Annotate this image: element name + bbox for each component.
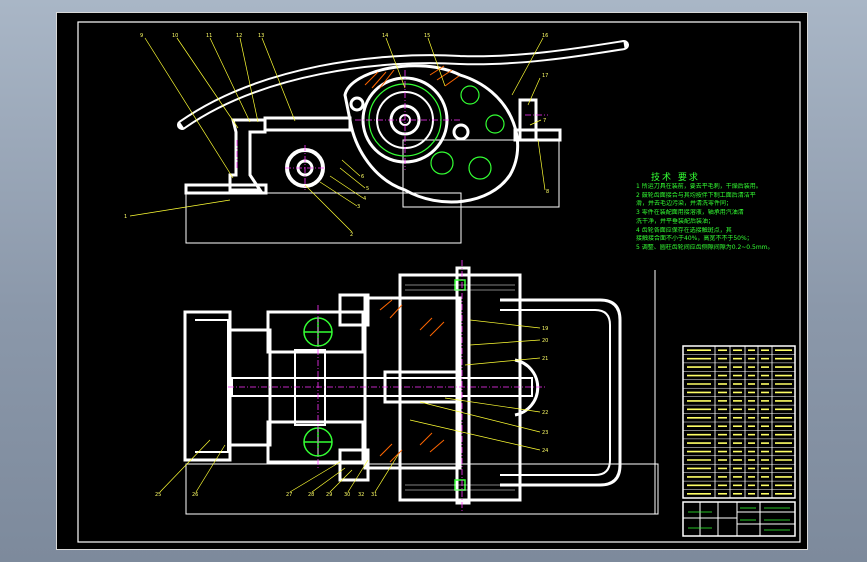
callout-label: 4 (363, 196, 366, 202)
callout-label: 14 (382, 33, 388, 39)
tech-note: 1 所运刀具在装前，要去平毛刺，干燥后装用。 (636, 183, 762, 190)
callout-label: 19 (542, 326, 548, 332)
tech-note: 洗干净，并平垂装配后装油； (636, 217, 715, 225)
callout-label: 13 (258, 33, 264, 39)
comb-plate (183, 310, 232, 462)
callout-label: 31 (371, 492, 377, 498)
bottom-hatching (379, 299, 445, 463)
callout-label: 21 (542, 356, 548, 362)
callout-label: 12 (236, 33, 242, 39)
mechanical-drawing: 9 10 11 12 13 14 15 16 17 1 2 3 4 5 6 7 … (77, 21, 801, 543)
callout-label: 3 (357, 204, 360, 210)
tech-requirements-title: 技术 要求 (651, 173, 700, 183)
tech-note: 滑，并去毛边污染，并清洗零件同； (636, 200, 733, 208)
tech-note: 3 零件在装配面用接溶液，轴承用汽油清 (636, 209, 744, 217)
top-view (177, 40, 629, 244)
callout-label: 1 (124, 214, 127, 220)
title-block (682, 501, 796, 537)
callout-label: 16 (542, 33, 548, 39)
callout-label: 11 (206, 33, 212, 39)
bottom-leaders (159, 319, 541, 493)
callout-label: 24 (542, 448, 548, 454)
parts-list-rows (683, 349, 795, 495)
callout-label: 32 (358, 492, 364, 498)
callout-label: 6 (361, 174, 364, 180)
callout-label: 2 (350, 232, 353, 238)
top-view-gears (368, 83, 505, 180)
callout-label: 7 (543, 118, 546, 124)
callout-label: 8 (546, 189, 549, 195)
callout-label: 26 (192, 492, 198, 498)
bottom-view (183, 266, 659, 515)
callout-label: 29 (326, 492, 332, 498)
callout-label: 15 (424, 33, 430, 39)
callout-label: 25 (155, 492, 161, 498)
callout-label: 27 (286, 492, 292, 498)
tech-note: 4 齿轮各面应保存在选接触斑点，其 (636, 226, 732, 234)
gear-housing (363, 296, 462, 470)
tech-note: 5 调整、圆柱齿轮间应齿侧隙间隙为0.2~0.5mm。 (636, 243, 774, 251)
callout-label: 20 (542, 338, 548, 344)
callout-label: 17 (542, 73, 548, 79)
tech-requirements-notes: 1 所运刀具在装前，要去平毛刺，干燥后装用。 2 鼓轮齿面接合与其均按伴下制工面… (636, 183, 786, 253)
left-bracket (228, 118, 267, 192)
title-block-marks (688, 507, 790, 531)
tech-note: 2 鼓轮齿面接合与其均按伴下制工面后清洁平 (636, 191, 756, 199)
callout-label: 28 (308, 492, 314, 498)
callout-label: 10 (172, 33, 178, 39)
callout-label: 30 (344, 492, 350, 498)
right-frame (500, 298, 622, 487)
callout-label: 9 (140, 33, 143, 39)
tech-note: 接触接合面不小于40%，高宽不不于50%； (636, 235, 753, 243)
callout-label: 22 (542, 410, 548, 416)
callout-label: 23 (542, 430, 548, 436)
callout-label: 5 (366, 186, 369, 192)
